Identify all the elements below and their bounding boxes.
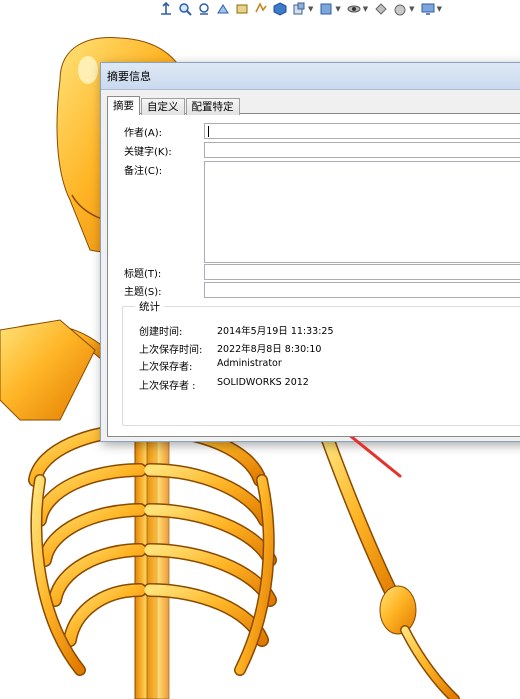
comments-label: 备注(C): [124,166,163,177]
graphics-area[interactable]: ▼ ▼ ▼ ▼ ▼ 摘要信息 摘要 自定义 配置特定 作者(A): 关键字(K)… [0,0,520,699]
created-value: 2014年5月19日 11:33:25 [217,326,334,337]
last-saved-with-value: SOLIDWORKS 2012 [217,377,309,388]
zoom-to-fit-icon[interactable] [158,1,174,17]
view-settings-icon[interactable] [373,1,389,17]
created-label: 创建时间: [139,327,183,338]
tab-configuration-specific[interactable]: 配置特定 [185,98,240,115]
edit-appearance-icon[interactable] [318,1,334,17]
subject-label: 主题(S): [124,287,162,298]
last-saved-by-value: Administrator [217,358,282,369]
subject-field[interactable] [204,282,520,298]
comments-field[interactable] [204,161,520,263]
appearance-sphere-icon[interactable] [392,1,408,17]
dialog-title: 摘要信息 [107,70,151,83]
monitor-icon[interactable] [420,1,436,17]
keywords-label: 关键字(K): [124,147,172,158]
apply-scene-icon[interactable] [346,1,362,17]
view-orientation-icon[interactable] [253,1,269,17]
statistics-heading: 统计 [135,299,164,314]
chevron-down-icon[interactable]: ▼ [308,1,313,17]
chevron-down-icon[interactable]: ▼ [335,1,340,17]
summary-panel: 作者(A): 关键字(K): 备注(C): 标题(T): 主题(S): 统计 创… [107,113,520,437]
last-saved-with-label: 上次保存者 : [139,381,196,392]
chevron-down-icon[interactable]: ▼ [363,1,368,17]
statistics-group: 统计 创建时间: 2014年5月19日 11:33:25 上次保存时间: 202… [122,299,520,426]
last-saved-value: 2022年8月8日 8:30:10 [217,344,322,355]
spine [134,419,170,699]
last-saved-by-label: 上次保存者: [139,362,193,373]
summary-info-dialog: 摘要信息 摘要 自定义 配置特定 作者(A): 关键字(K): 备注(C): 标… [100,62,520,442]
title-field[interactable] [204,264,520,280]
dialog-titlebar[interactable]: 摘要信息 [101,63,520,90]
text-cursor [208,126,209,137]
author-field[interactable] [204,123,520,139]
previous-view-icon[interactable] [196,1,212,17]
chevron-down-icon[interactable]: ▼ [409,1,414,17]
section-view-icon[interactable] [215,1,231,17]
display-style-icon[interactable] [272,1,288,17]
hide-show-icon[interactable] [291,1,307,17]
chevron-down-icon[interactable]: ▼ [437,1,442,17]
tab-summary[interactable]: 摘要 [107,96,140,115]
tab-custom[interactable]: 自定义 [141,98,185,115]
author-label: 作者(A): [124,128,163,139]
last-saved-label: 上次保存时间: [139,345,203,356]
heads-up-view-toolbar: ▼ ▼ ▼ ▼ ▼ [158,0,444,18]
title-label: 标题(T): [124,269,162,280]
keywords-field[interactable] [204,142,520,158]
dynamic-annotation-icon[interactable] [234,1,250,17]
humerus [321,433,460,699]
tab-strip: 摘要 自定义 配置特定 [107,96,520,115]
zoom-area-icon[interactable] [177,1,193,17]
